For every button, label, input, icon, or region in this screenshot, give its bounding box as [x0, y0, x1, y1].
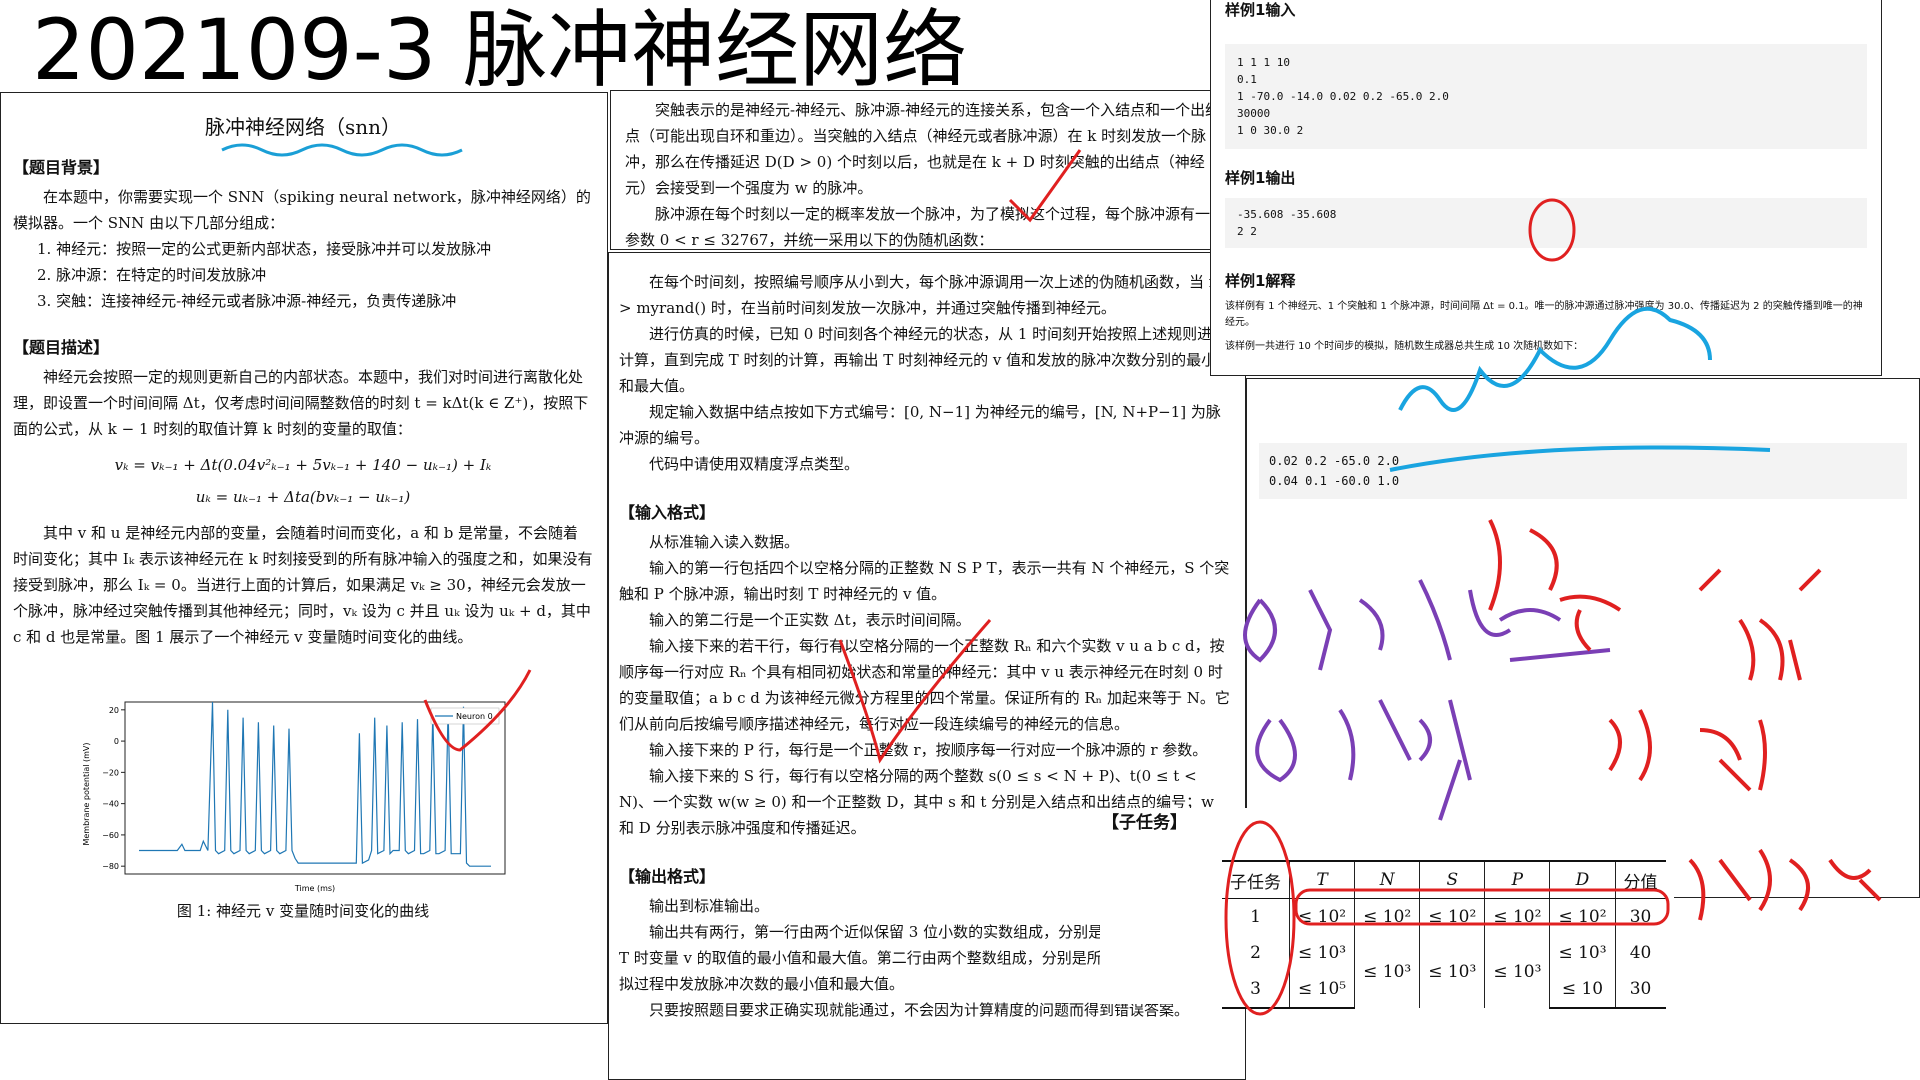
y-tick-label: −40: [102, 800, 119, 809]
doc-title: 脉冲神经网络（snn）: [204, 115, 402, 139]
chart-xlabel: Time (ms): [294, 884, 335, 893]
after-equation-text: 其中 v 和 u 是神经元内部的变量，会随着时间而变化，a 和 b 是常量，不会…: [13, 524, 593, 646]
component-list-item: 3. 突触：连接神经元-神经元或者脉冲源-神经元，负责传递脉冲: [37, 292, 457, 310]
subtask-table: 子任务 T N S P D 分值 1 ≤ 10² ≤ 10² ≤ 10² ≤ 1…: [1222, 860, 1666, 1009]
table-cell: 1: [1250, 907, 1261, 927]
slide-title: 202109-3 脉冲神经网络: [32, 1, 968, 99]
chart-ylabel: Membrane potential (mV): [82, 742, 91, 845]
table-header: 分值: [1614, 860, 1666, 899]
table-header: N: [1354, 860, 1420, 899]
simulation-text: 进行仿真的时候，已知 0 时间刻各个神经元的状态，从 1 时间刻开始按照上述规则…: [619, 325, 1232, 395]
input-line: 输入的第二行是一个正实数 Δt，表示时间间隔。: [649, 611, 971, 629]
table-header: P: [1484, 860, 1550, 899]
sample-explain-text: 该样例一共进行 10 个时间步的模拟，随机数生成器总共生成 10 次随机数如下：: [1225, 341, 1584, 352]
table-cell: 30: [1614, 971, 1666, 1009]
input-line: 输入的第一行包括四个以空格分隔的正整数 N S P T，表示一共有 N 个神经元…: [619, 559, 1230, 603]
sample-output-heading: 样例1输出: [1225, 169, 1296, 187]
component-list-item: 1. 神经元：按照一定的公式更新内部状态，接受脉冲并可以发放脉冲: [37, 240, 492, 258]
y-tick-label: −20: [102, 768, 119, 777]
sample2-code: 0.02 0.2 -65.0 2.0 0.04 0.1 -60.0 1.0: [1259, 443, 1907, 499]
table-cell: ≤ 10²: [1484, 898, 1550, 935]
equation-v: vₖ = vₖ₋₁ + Δt(0.04v²ₖ₋₁ + 5vₖ₋₁ + 140 −…: [114, 456, 492, 474]
table-cell: ≤ 10²: [1549, 898, 1616, 935]
figure-caption: 图 1: 神经元 v 变量随时间变化的曲线: [176, 902, 430, 920]
table-cell: 30: [1614, 898, 1666, 935]
sample-page: 样例1输入 1 1 1 10 0.1 1 -70.0 -14.0 0.02 0.…: [1210, 0, 1882, 376]
double-type-text: 代码中请使用双精度浮点类型。: [649, 455, 860, 473]
spike-rule-text: 在每个时间刻，按照编号顺序从小到大，每个脉冲源调用一次上述的伪随机函数，当 r …: [619, 273, 1216, 317]
input-format-heading: 【输入格式】: [619, 503, 716, 522]
table-cell: ≤ 10: [1549, 971, 1616, 1009]
table-header: S: [1419, 860, 1485, 899]
middle-top-page: 突触表示的是神经元-神经元、脉冲源-神经元的连接关系，包含一个入结点和一个出结点…: [610, 90, 1240, 250]
sample-explain-heading: 样例1解释: [1225, 272, 1296, 290]
table-cell: 3: [1222, 971, 1290, 1009]
y-tick-label: 20: [109, 706, 119, 715]
sample-explain-text: 该样例有 1 个神经元、1 个突触和 1 个脉冲源，时间间隔 Δt = 0.1。…: [1225, 301, 1863, 328]
description-text: 神经元会按照一定的规则更新自己的内部状态。本题中，我们对时间进行离散化处理，即设…: [13, 368, 589, 438]
table-cell: 40: [1614, 935, 1666, 971]
table-header: 子任务: [1222, 860, 1290, 899]
y-tick-label: 0: [114, 737, 119, 746]
spike-source-text: 脉冲源在每个时刻以一定的概率发放一个脉冲，为了模拟这个过程，每个脉冲源有一个参数…: [625, 205, 1226, 249]
table-row: 2 ≤ 10³ ≤ 10³ ≤ 10³ ≤ 10³ ≤ 10³ 40: [1222, 935, 1666, 1008]
table-cell: ≤ 10²: [1354, 898, 1420, 935]
input-line: 输入接下来的若干行，每行有以空格分隔的一个正整数 Rₙ 和六个实数 v u a …: [619, 637, 1230, 733]
table-header: T: [1288, 860, 1355, 899]
table-cell: ≤ 10⁵: [1288, 971, 1355, 1009]
table-cell: 2: [1250, 943, 1261, 963]
left-document-page: 脉冲神经网络（snn） 【题目背景】 在本题中，你需要实现一个 SNN（spik…: [0, 92, 608, 1024]
table-cell: ≤ 10³: [1354, 935, 1420, 1008]
sample-output-code: -35.608 -35.608 2 2: [1225, 198, 1867, 248]
table-cell: ≤ 10³: [1288, 935, 1355, 971]
background-text: 在本题中，你需要实现一个 SNN（spiking neural network，…: [13, 188, 591, 232]
table-cell: ≤ 10²: [1288, 898, 1355, 935]
input-line: 输入接下来的 P 行，每行是一个正整数 r，按顺序每一行对应一个脉冲源的 r 参…: [649, 741, 1208, 759]
numbering-text: 规定输入数据中结点按如下方式编号：[0, N−1] 为神经元的编号，[N, N+…: [619, 403, 1221, 447]
background-heading: 【题目背景】: [13, 158, 110, 177]
sample-input-heading: 样例1输入: [1225, 1, 1296, 19]
y-tick-label: −80: [102, 862, 119, 871]
table-header: D: [1549, 860, 1616, 899]
table-row: 1 ≤ 10² ≤ 10² ≤ 10² ≤ 10² ≤ 10² 30: [1222, 898, 1666, 935]
table-cell: ≤ 10³: [1549, 935, 1616, 971]
membrane-potential-chart: 200−20−40−60−80 Membrane potential (mV) …: [82, 701, 506, 893]
component-list-item: 2. 脉冲源：在特定的时间发放脉冲: [37, 266, 267, 284]
subtask-heading: 【子任务】: [1102, 813, 1187, 833]
table-cell: ≤ 10³: [1419, 935, 1485, 1008]
y-tick-label: −60: [102, 831, 119, 840]
equation-u: uₖ = uₖ₋₁ + Δta(bvₖ₋₁ − uₖ₋₁): [195, 488, 411, 506]
series-line-neuron-0: [139, 701, 491, 867]
legend-label: Neuron 0: [456, 712, 493, 721]
sample-input-code: 1 1 1 10 0.1 1 -70.0 -14.0 0.02 0.2 -65.…: [1225, 44, 1867, 149]
description-heading: 【题目描述】: [13, 338, 110, 357]
table-cell: ≤ 10³: [1484, 935, 1550, 1008]
table-cell: ≤ 10²: [1419, 898, 1485, 935]
input-line: 从标准输入读入数据。: [649, 533, 800, 551]
synapse-text: 突触表示的是神经元-神经元、脉冲源-神经元的连接关系，包含一个入结点和一个出结点…: [625, 101, 1221, 197]
